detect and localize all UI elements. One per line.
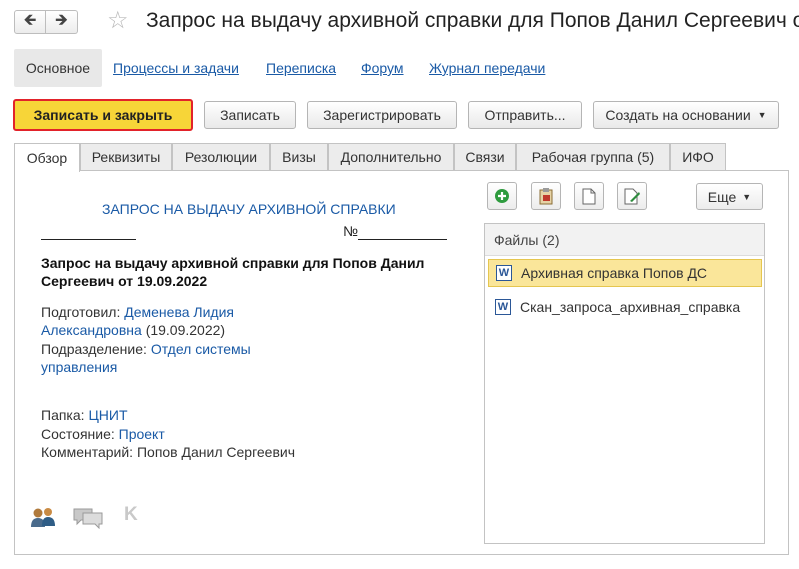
state-link[interactable]: Проект bbox=[119, 426, 165, 442]
arrow-left-icon: 🡸 bbox=[23, 11, 37, 29]
tab-additional[interactable]: Дополнительно bbox=[328, 143, 454, 170]
word-file-icon: W bbox=[496, 265, 512, 281]
prepared-label: Подготовил: bbox=[41, 304, 121, 320]
prepared-date: (19.09.2022) bbox=[145, 322, 226, 338]
department-label: Подразделение: bbox=[41, 341, 147, 357]
comment-value: Попов Данил Сергеевич bbox=[136, 444, 295, 460]
more-button[interactable]: Еще ▼ bbox=[696, 183, 763, 210]
dropdown-arrow-icon: ▼ bbox=[742, 191, 752, 202]
add-file-button[interactable] bbox=[487, 182, 517, 210]
dropdown-arrow-icon: ▼ bbox=[757, 110, 767, 120]
more-label: Еще bbox=[707, 188, 737, 205]
save-button[interactable]: Записать bbox=[204, 101, 296, 129]
section-link-forum[interactable]: Форум bbox=[361, 60, 404, 76]
users-icon[interactable] bbox=[29, 505, 57, 529]
department-line: Подразделение: Отдел системы bbox=[41, 340, 251, 358]
document-heading[interactable]: ЗАПРОС НА ВЫДАЧУ АРХИВНОЙ СПРАВКИ bbox=[102, 201, 396, 217]
comment-label: Комментарий: bbox=[41, 444, 134, 460]
folder-line: Папка: ЦНИТ bbox=[41, 406, 128, 424]
arrow-right-icon: 🡺 bbox=[55, 11, 68, 29]
prepared-name-link[interactable]: Деменева Лидия bbox=[124, 304, 234, 320]
favorite-star-icon[interactable]: ☆ bbox=[107, 6, 129, 35]
register-button[interactable]: Зарегистрировать bbox=[307, 101, 457, 129]
file-row[interactable]: W Архивная справка Попов ДС bbox=[488, 259, 762, 287]
comment-line: Комментарий: Попов Данил Сергеевич bbox=[41, 443, 295, 461]
tab-links[interactable]: Связи bbox=[454, 143, 516, 170]
tab-visas[interactable]: Визы bbox=[270, 143, 328, 170]
back-button[interactable]: 🡸 bbox=[14, 10, 46, 34]
scan-file-button[interactable] bbox=[531, 182, 561, 210]
department-link[interactable]: Отдел системы bbox=[151, 341, 251, 357]
tab-resolutions[interactable]: Резолюции bbox=[172, 143, 270, 170]
k-letter-icon[interactable]: K bbox=[124, 504, 138, 526]
save-and-close-button[interactable]: Записать и закрыть bbox=[13, 99, 193, 131]
number-sign: № bbox=[343, 223, 359, 239]
department-link-2[interactable]: управления bbox=[41, 359, 117, 375]
files-header: Файлы (2) bbox=[485, 224, 764, 256]
folder-link[interactable]: ЦНИТ bbox=[88, 407, 127, 423]
word-file-icon: W bbox=[495, 299, 511, 315]
forward-button[interactable]: 🡺 bbox=[46, 10, 78, 34]
state-label: Состояние: bbox=[41, 426, 115, 442]
tab-overview[interactable]: Обзор bbox=[14, 143, 80, 172]
new-file-button[interactable] bbox=[574, 182, 604, 210]
section-link-correspondence[interactable]: Переписка bbox=[266, 60, 336, 76]
prepared-name-link-2[interactable]: Александровна bbox=[41, 322, 142, 338]
number-blank-line bbox=[358, 239, 447, 240]
section-link-transfer-log[interactable]: Журнал передачи bbox=[429, 60, 545, 76]
plus-circle-icon bbox=[495, 189, 509, 203]
discussion-icon[interactable] bbox=[72, 505, 104, 529]
folder-label: Папка: bbox=[41, 407, 85, 423]
files-list: Файлы (2) W Архивная справка Попов ДС W … bbox=[484, 223, 765, 544]
tab-requisites[interactable]: Реквизиты bbox=[80, 143, 172, 170]
clipboard-icon bbox=[539, 188, 553, 205]
document-icon bbox=[582, 188, 596, 204]
prepared-line-2: Александровна (19.09.2022) bbox=[41, 321, 225, 339]
create-based-on-button[interactable]: Создать на основании ▼ bbox=[593, 101, 779, 129]
file-row[interactable]: W Скан_запроса_архивная_справка bbox=[488, 293, 762, 321]
section-link-processes[interactable]: Процессы и задачи bbox=[113, 60, 239, 76]
create-based-on-label: Создать на основании bbox=[605, 107, 751, 123]
edit-document-icon bbox=[624, 188, 640, 204]
document-title: Запрос на выдачу архивной справки для По… bbox=[41, 255, 425, 289]
send-button[interactable]: Отправить... bbox=[468, 101, 582, 129]
window-title: Запрос на выдачу архивной справки для По… bbox=[146, 9, 799, 32]
date-blank-line bbox=[41, 239, 136, 240]
department-line-2: управления bbox=[41, 358, 117, 376]
section-main[interactable]: Основное bbox=[14, 49, 102, 87]
file-name: Архивная справка Попов ДС bbox=[521, 265, 708, 281]
state-line: Состояние: Проект bbox=[41, 425, 165, 443]
tab-work-group[interactable]: Рабочая группа (5) bbox=[516, 143, 670, 170]
tab-ifo[interactable]: ИФО bbox=[670, 143, 726, 170]
prepared-line: Подготовил: Деменева Лидия bbox=[41, 303, 234, 321]
edit-file-button[interactable] bbox=[617, 182, 647, 210]
file-name: Скан_запроса_архивная_справка bbox=[520, 299, 741, 315]
